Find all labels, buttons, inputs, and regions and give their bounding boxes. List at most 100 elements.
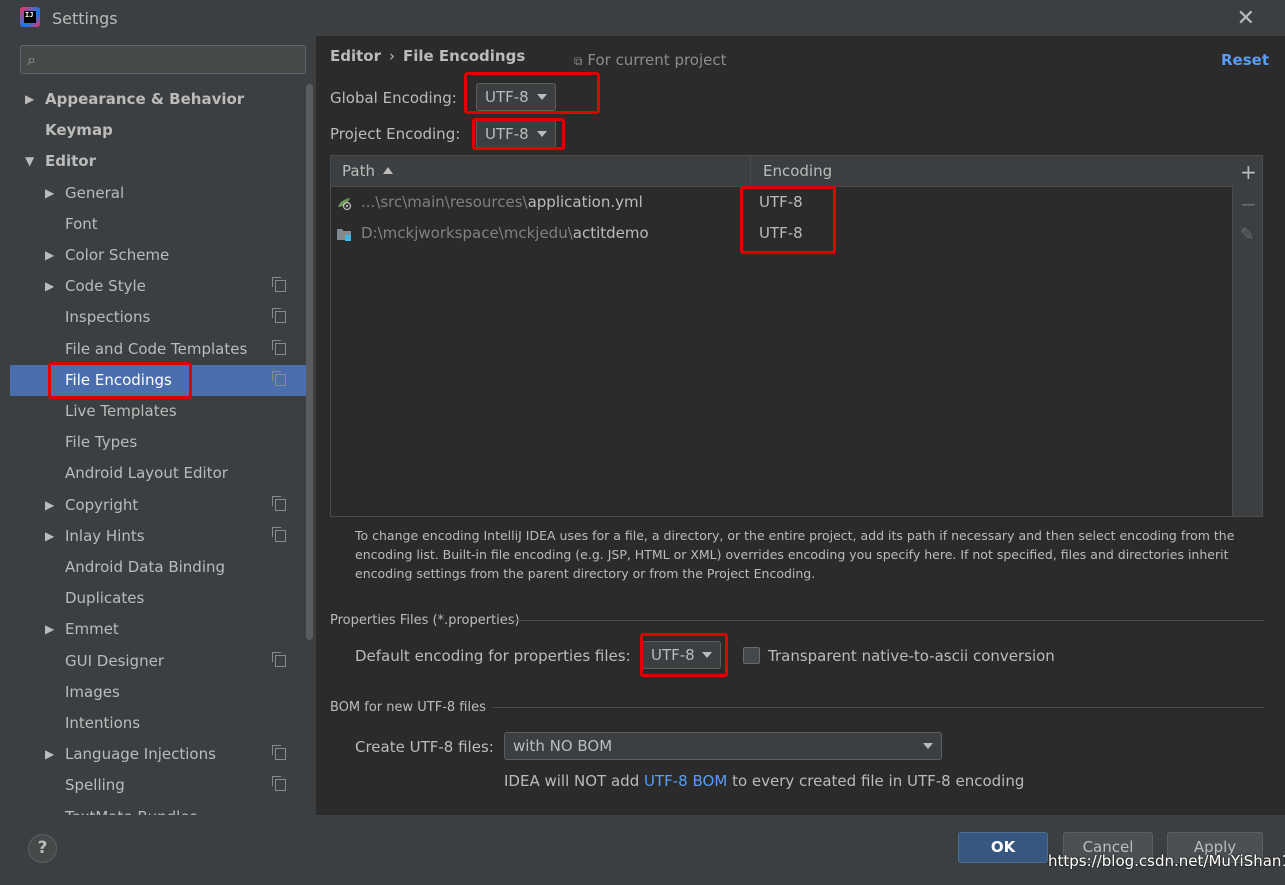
module-folder-icon <box>337 229 351 241</box>
window-title: Settings <box>52 9 118 28</box>
chevron-right-icon[interactable]: ▶ <box>45 490 54 521</box>
sidebar-item-editor[interactable]: ▼ Editor <box>10 146 306 177</box>
project-scope-icon <box>272 651 286 667</box>
help-text: To change encoding IntelliJ IDEA uses fo… <box>355 528 1235 581</box>
sidebar-item-emmet[interactable]: ▶ Emmet <box>10 614 306 645</box>
section-divider <box>492 707 1264 708</box>
sidebar-item-label: Inlay Hints <box>65 526 145 545</box>
bom-select[interactable]: with NO BOM <box>504 732 942 760</box>
utf8-bom-link[interactable]: UTF-8 BOM <box>644 772 727 790</box>
ok-button[interactable]: OK <box>958 832 1048 863</box>
chevron-right-icon[interactable]: ▶ <box>25 84 34 115</box>
sidebar-item-label: Android Data Binding <box>65 558 226 576</box>
table-header: Path Encoding <box>331 156 1234 187</box>
sidebar-item-file-encodings[interactable]: File Encodings <box>10 364 306 396</box>
project-encoding-select[interactable]: UTF-8 <box>476 120 556 148</box>
row-path: ...\src\main\resources\application.yml <box>361 193 643 211</box>
project-scope-icon <box>272 277 286 293</box>
sidebar-item-label: Editor <box>45 152 96 171</box>
sidebar-item-label: File and Code Templates <box>65 339 248 358</box>
sidebar-item-language-injections[interactable]: ▶ Language Injections <box>10 739 306 770</box>
chevron-right-icon[interactable]: ▶ <box>45 240 54 271</box>
properties-section-title: Properties Files (*.properties) <box>330 613 520 628</box>
properties-encoding-select[interactable]: UTF-8 <box>642 641 721 669</box>
sidebar-item-label: General <box>65 183 125 202</box>
edit-icon[interactable]: ✎ <box>1240 225 1254 245</box>
sidebar-item-textmate-bundles[interactable]: TextMate Bundles <box>10 802 306 815</box>
sidebar-item-label: Live Templates <box>65 402 177 420</box>
sidebar-item-duplicates[interactable]: Duplicates <box>10 583 306 614</box>
watermark: https://blog.csdn.net/MuYiShan1 <box>1048 852 1285 870</box>
sidebar-item-file-types[interactable]: File Types <box>10 427 306 458</box>
sidebar-scrollbar[interactable] <box>306 84 313 640</box>
chevron-right-icon[interactable]: ▶ <box>45 739 54 770</box>
row-path: D:\mckjworkspace\mckjedu\actitdemo <box>361 224 649 242</box>
row-encoding[interactable]: UTF-8 <box>759 187 803 218</box>
sidebar-item-label: Keymap <box>45 121 113 140</box>
background-left-edge <box>0 36 10 885</box>
global-encoding-value: UTF-8 <box>485 88 529 106</box>
sidebar-item-android-layout-editor[interactable]: Android Layout Editor <box>10 458 306 489</box>
table-row[interactable]: D:\mckjworkspace\mckjedu\actitdemo UTF-8 <box>331 218 1234 249</box>
search-input[interactable] <box>51 48 301 72</box>
chevron-right-icon[interactable]: ▶ <box>45 521 54 552</box>
search-field[interactable]: ⌕ <box>20 45 306 74</box>
sidebar-item-inspections[interactable]: Inspections <box>10 302 306 333</box>
breadcrumb-root[interactable]: Editor <box>330 47 381 65</box>
chevron-down-icon <box>537 131 547 137</box>
sidebar-item-keymap[interactable]: Keymap <box>10 115 306 146</box>
sidebar-item-intentions[interactable]: Intentions <box>10 708 306 739</box>
row-encoding[interactable]: UTF-8 <box>759 218 803 249</box>
project-encoding-value: UTF-8 <box>485 125 529 143</box>
project-scope-icon <box>272 526 286 542</box>
sidebar-item-appearance-behavior[interactable]: ▶ Appearance & Behavior <box>10 84 306 115</box>
help-button[interactable]: ? <box>28 834 57 863</box>
sidebar-item-file-and-code-templates[interactable]: File and Code Templates <box>10 334 306 365</box>
project-scope-icon <box>272 745 286 761</box>
sidebar-item-gui-designer[interactable]: GUI Designer <box>10 646 306 677</box>
sidebar-item-color-scheme[interactable]: ▶ Color Scheme <box>10 240 306 271</box>
sidebar-item-label: Spelling <box>65 776 125 795</box>
table-row[interactable]: ...\src\main\resources\application.yml U… <box>331 187 1234 218</box>
sidebar-item-code-style[interactable]: ▶ Code Style <box>10 271 306 302</box>
chevron-right-icon[interactable]: ▶ <box>45 178 54 209</box>
title-bar: IJ Settings ✕ <box>0 0 1285 36</box>
project-scope-icon <box>272 495 286 511</box>
sidebar-item-inlay-hints[interactable]: ▶ Inlay Hints <box>10 521 306 552</box>
sidebar-item-label: Copyright <box>65 495 139 514</box>
sidebar-item-general[interactable]: ▶ General <box>10 178 306 209</box>
sidebar-item-images[interactable]: Images <box>10 677 306 708</box>
reset-link[interactable]: Reset <box>1221 51 1269 69</box>
intellij-logo-icon: IJ <box>20 7 40 27</box>
sidebar-item-label: Font <box>65 214 98 233</box>
project-scope-icon <box>272 776 286 792</box>
project-scope-icon <box>272 339 286 355</box>
chevron-down-icon[interactable]: ▼ <box>25 146 34 177</box>
global-encoding-select[interactable]: UTF-8 <box>476 83 556 111</box>
column-header-path[interactable]: Path <box>331 156 751 187</box>
sidebar-item-spelling[interactable]: Spelling <box>10 770 306 801</box>
remove-icon[interactable]: − <box>1240 192 1257 216</box>
encoding-table: Path Encoding ...\src\main\resources\app… <box>330 155 1234 517</box>
search-icon: ⌕ <box>27 50 36 69</box>
sidebar-item-label: File Encodings <box>65 370 172 389</box>
sidebar-item-live-templates[interactable]: Live Templates <box>10 396 306 427</box>
sidebar-item-label: Emmet <box>65 620 119 639</box>
project-scope-icon: ⧉ <box>574 54 583 68</box>
native-to-ascii-label[interactable]: Transparent native-to-ascii conversion <box>768 647 1055 665</box>
sidebar-item-label: Android Layout Editor <box>65 464 228 483</box>
chevron-down-icon <box>702 652 712 658</box>
sidebar-item-android-data-binding[interactable]: Android Data Binding <box>10 552 306 583</box>
scope-note: ⧉ For current project <box>574 51 727 69</box>
add-icon[interactable]: + <box>1240 160 1257 184</box>
column-header-encoding[interactable]: Encoding <box>752 156 832 187</box>
sidebar-item-copyright[interactable]: ▶ Copyright <box>10 490 306 521</box>
scope-note-text: For current project <box>587 51 727 69</box>
close-icon[interactable]: ✕ <box>1237 6 1255 31</box>
chevron-right-icon[interactable]: ▶ <box>45 614 54 645</box>
native-to-ascii-checkbox[interactable] <box>743 647 760 664</box>
sidebar-item-label: Intentions <box>65 714 141 732</box>
sidebar-item-font[interactable]: Font <box>10 209 306 240</box>
chevron-right-icon[interactable]: ▶ <box>45 271 54 302</box>
chevron-down-icon <box>537 94 547 100</box>
